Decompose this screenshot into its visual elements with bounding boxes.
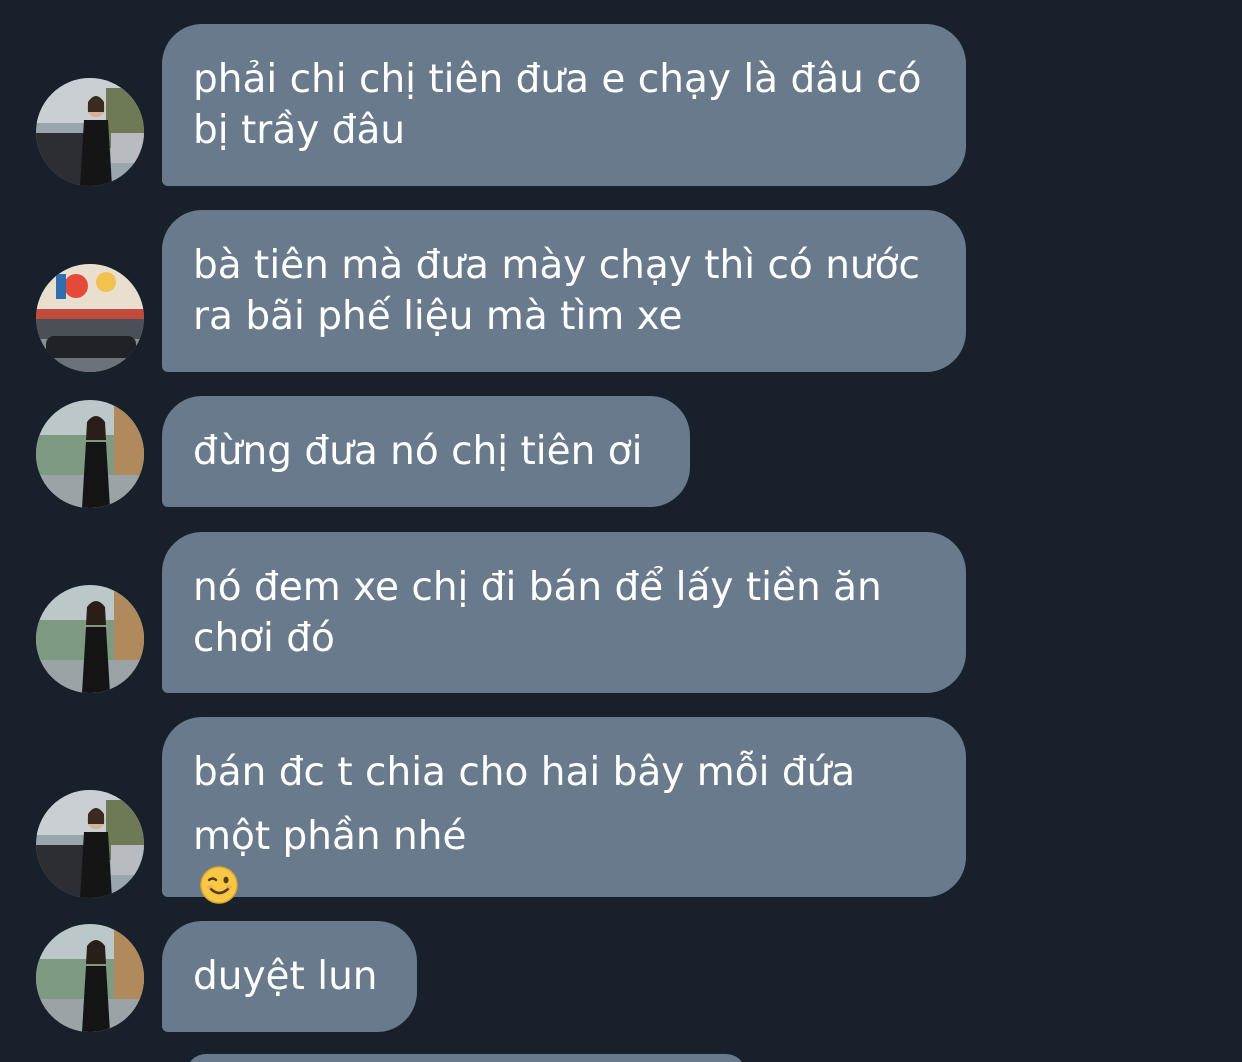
avatar[interactable]	[36, 78, 144, 186]
message-bubble[interactable]: đừng đưa nó chị tiên ơi	[162, 396, 690, 507]
message-text-line: chơi đó	[193, 616, 335, 661]
avatar-photo-street-icon	[36, 790, 144, 898]
chat-thread: phải chi chị tiên đưa e chạy là đâu có b…	[0, 0, 1242, 1062]
message-bubble[interactable]: duyệt lun	[162, 921, 417, 1032]
message-bubble[interactable]: phải chi chị tiên đưa e chạy là đâu có b…	[162, 24, 966, 186]
avatar[interactable]	[36, 264, 144, 372]
avatar-photo-riverside-icon	[36, 585, 144, 693]
message-text-line: bị trầy đâu	[193, 108, 406, 153]
avatar[interactable]	[36, 400, 144, 508]
avatar-photo-storefront-icon	[36, 264, 144, 372]
message-text-line: ra bãi phế liệu mà tìm xe	[193, 294, 683, 339]
message-text-line: bà tiên mà đưa mày chạy thì có nước	[193, 243, 920, 288]
message-text-line: duyệt lun	[193, 954, 378, 999]
message-bubble[interactable]: bán đc t chia cho hai bây mỗi đứa một ph…	[162, 717, 966, 904]
message-bubble[interactable]: nó đem xe chị đi bán để lấy tiền ăn chơi…	[162, 532, 966, 693]
avatar-photo-street-icon	[36, 78, 144, 186]
message-text-line: bán đc t chia cho hai bây mỗi đứa	[193, 750, 856, 795]
winking-face-emoji-icon	[199, 865, 239, 905]
message-text-line: một phần nhé	[193, 805, 934, 909]
next-message-bubble-partial	[186, 1054, 746, 1062]
avatar[interactable]	[36, 924, 144, 1032]
avatar-photo-riverside-icon	[36, 400, 144, 508]
avatar[interactable]	[36, 790, 144, 898]
message-text-line: đừng đưa nó chị tiên ơi	[193, 429, 643, 474]
avatar[interactable]	[36, 585, 144, 693]
message-text-line: phải chi chị tiên đưa e chạy là đâu có	[193, 57, 922, 102]
avatar-photo-riverside-icon	[36, 924, 144, 1032]
message-text-fragment: một phần nhé	[193, 814, 467, 859]
message-text-line: nó đem xe chị đi bán để lấy tiền ăn	[193, 565, 882, 610]
message-bubble[interactable]: bà tiên mà đưa mày chạy thì có nước ra b…	[162, 210, 966, 372]
